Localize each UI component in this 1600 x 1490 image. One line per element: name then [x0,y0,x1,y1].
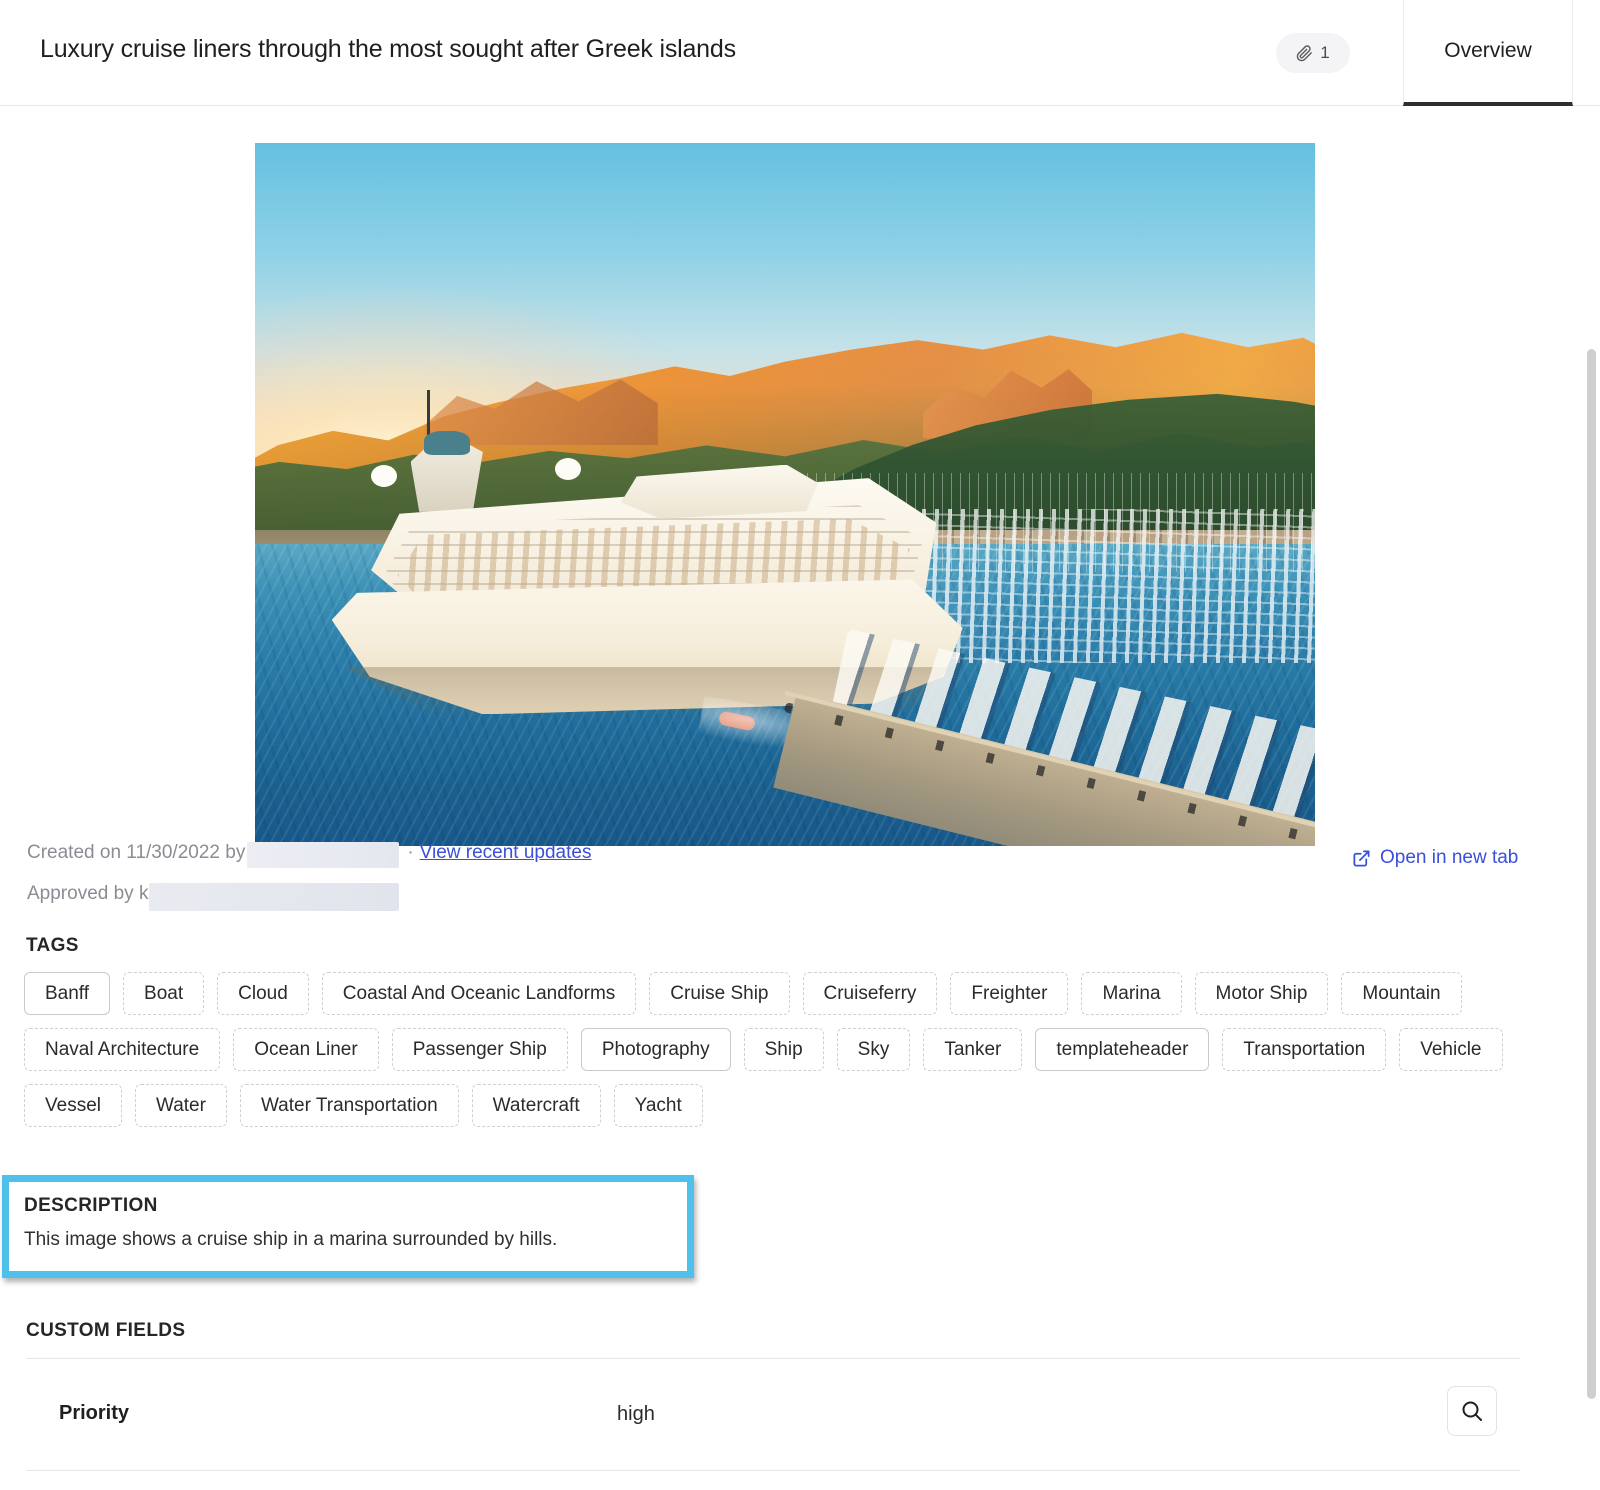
custom-field-search-button[interactable] [1447,1386,1497,1436]
asset-detail-page: Luxury cruise liners through the most so… [0,0,1600,1490]
tag-label: Photography [601,1038,710,1060]
tag-chip[interactable]: Banff [24,972,111,1015]
custom-fields-divider-bottom [26,1470,1520,1471]
approved-prefix-text: Approved by k [27,883,149,905]
redacted-author-name [247,842,400,869]
tag-label: Sky [857,1038,890,1060]
attachment-badge[interactable]: 1 [1276,33,1350,73]
tag-chip[interactable]: Sky [836,1028,911,1071]
tab-overview[interactable]: Overview [1403,0,1573,106]
tag-label: Marina [1102,982,1161,1004]
ship-funnel-cap [423,430,470,455]
tag-chip[interactable]: Naval Architecture [24,1028,221,1071]
ship-radar-dome-fore [371,464,398,487]
custom-field-value[interactable]: high [617,1403,655,1426]
tag-chip[interactable]: Cloud [217,972,309,1015]
ship-bridge [620,464,819,519]
open-in-new-tab-link[interactable]: Open in new tab [1352,847,1518,869]
redacted-approver-name [149,883,400,911]
tag-chip[interactable]: Boat [123,972,205,1015]
tag-chip[interactable]: Cruiseferry [802,972,938,1015]
description-highlight-box [2,1175,694,1278]
page-title: Luxury cruise liners through the most so… [40,35,736,63]
tag-label: Motor Ship [1215,982,1308,1004]
custom-field-name: Priority [59,1402,130,1424]
tag-label: Yacht [634,1094,682,1116]
tag-chip[interactable]: Ocean Liner [233,1028,379,1071]
external-link-icon [1353,850,1370,866]
tag-chip[interactable]: Yacht [613,1084,703,1127]
tag-label: Coastal And Oceanic Landforms [342,982,616,1004]
tag-chip[interactable]: Watercraft [471,1084,601,1127]
tag-label: Ocean Liner [254,1038,358,1060]
tag-label: templateheader [1056,1038,1189,1060]
paperclip-icon [1296,44,1313,61]
tag-label: Watercraft [492,1094,580,1116]
tag-label: Cruise Ship [670,982,769,1004]
tag-label: Passenger Ship [412,1038,547,1060]
tag-chip[interactable]: Tanker [923,1028,1023,1071]
tag-chip[interactable]: Transportation [1222,1028,1387,1071]
tag-chip[interactable]: Passenger Ship [391,1028,568,1071]
created-prefix-text: Created on 11/30/2022 by [27,842,246,863]
page-scrollbar-thumb[interactable] [1587,349,1596,1399]
tags-heading: TAGS [26,935,79,956]
tag-chip[interactable]: Water [134,1084,227,1127]
tag-label: Tanker [944,1038,1002,1060]
tag-chip[interactable]: templateheader [1035,1028,1210,1071]
tag-chip[interactable]: Motor Ship [1194,972,1329,1015]
tag-chip[interactable]: Mountain [1341,972,1462,1015]
asset-preview-image[interactable] [255,143,1315,846]
tag-label: Banff [45,982,90,1004]
created-meta: Created on 11/30/2022 by · View recent upd… [27,842,592,869]
view-recent-updates-link[interactable]: View recent updates [420,842,592,863]
tag-label: Freighter [971,982,1048,1004]
tag-chip[interactable]: Ship [743,1028,824,1071]
tag-chip[interactable]: Cruise Ship [649,972,790,1015]
tag-label: Vehicle [1420,1038,1482,1060]
approved-meta: Approved by k [27,883,401,911]
page-header: Luxury cruise liners through the most so… [0,0,1600,106]
tag-label: Cruiseferry [823,982,917,1004]
tag-label: Naval Architecture [45,1038,200,1060]
description-text[interactable]: This image shows a cruise ship in a mari… [24,1229,557,1251]
open-in-new-tab-label: Open in new tab [1380,847,1519,868]
tag-label: Vessel [45,1094,101,1116]
tag-label: Ship [764,1038,803,1060]
tag-label: Water [155,1094,206,1116]
custom-field-row-priority: Priority high [0,1359,1530,1470]
tag-chip[interactable]: Vehicle [1399,1028,1503,1071]
tag-chip[interactable]: Water Transportation [239,1084,459,1127]
tab-overview-label: Overview [1444,39,1532,62]
meta-separator: · [407,842,414,863]
tag-chip[interactable]: Freighter [950,972,1069,1015]
tag-label: Cloud [238,982,288,1004]
attachment-count: 1 [1320,43,1330,62]
tag-chip[interactable]: Photography [580,1028,731,1071]
page-scrollbar-track[interactable] [1584,214,1600,1490]
tag-label: Water Transportation [260,1094,438,1116]
tag-chip[interactable]: Vessel [24,1084,122,1127]
tag-chip[interactable]: Coastal And Oceanic Landforms [321,972,637,1015]
tag-label: Transportation [1243,1038,1366,1060]
page-body: Created on 11/30/2022 by · View recent upd… [0,107,1600,1490]
search-icon [1462,1401,1482,1421]
tag-label: Boat [144,982,184,1004]
description-heading: DESCRIPTION [24,1195,158,1216]
ship-radar-dome-aft [555,457,582,480]
tag-chip[interactable]: Marina [1081,972,1182,1015]
tags-list: Banff Boat Cloud Coastal And Oceanic Landfo… [24,972,1524,1127]
cruise-ship-marina-photo [255,143,1315,846]
tag-label: Mountain [1362,982,1441,1004]
custom-fields-heading: CUSTOM FIELDS [26,1320,186,1341]
